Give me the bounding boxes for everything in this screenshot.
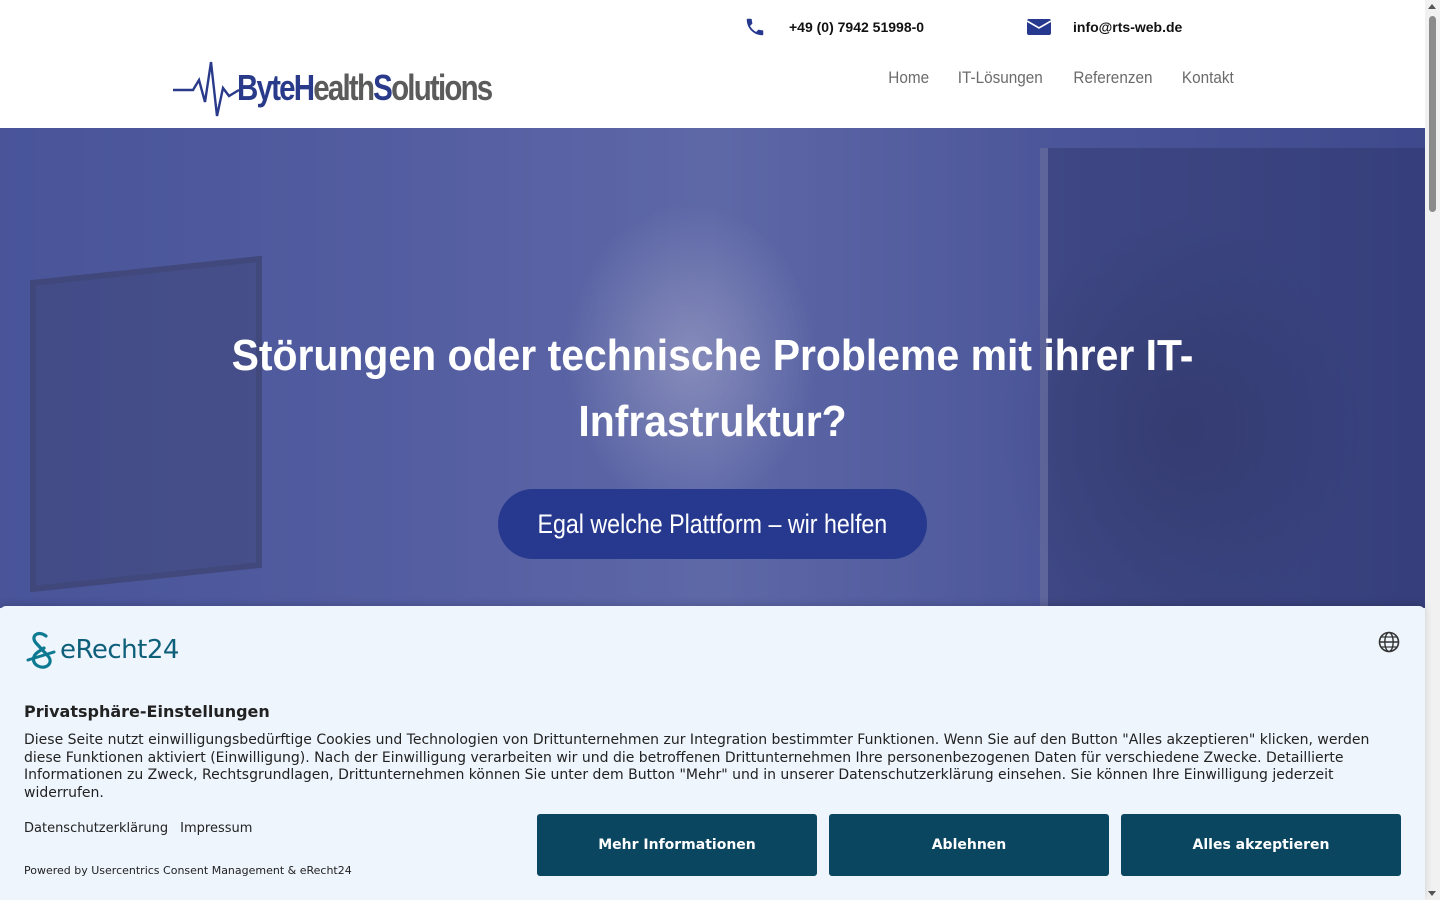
page-scrollbar[interactable] [1425, 0, 1440, 900]
imprint-link[interactable]: Impressum [180, 821, 252, 836]
globe-icon[interactable] [1378, 631, 1400, 653]
hero-headline: Störungen oder technische Probleme mit i… [231, 331, 1194, 446]
nav-referenzen[interactable]: Referenzen [1074, 68, 1153, 88]
scroll-down-arrow-icon[interactable] [1428, 891, 1436, 896]
more-information-button[interactable]: Mehr Informationen [537, 814, 817, 876]
erecht24-logo-icon [26, 631, 56, 669]
phone-icon [742, 14, 768, 40]
hero-cta-button[interactable]: Egal welche Plattform – wir helfen [498, 489, 927, 559]
scrollbar-thumb[interactable] [1429, 16, 1436, 212]
scroll-up-arrow-icon[interactable] [1428, 4, 1436, 9]
nav-kontakt[interactable]: Kontakt [1182, 68, 1234, 88]
hero-section: Störungen oder technische Probleme mit i… [0, 128, 1425, 608]
erecht24-wordmark: eRecht24 [60, 635, 179, 665]
mail-icon [1026, 14, 1052, 40]
site-logo[interactable]: ByteHealthSolutions [173, 56, 503, 120]
powered-by-text: Powered by Usercentrics Consent Manageme… [24, 864, 352, 877]
logo-text: ByteHealthSolutions [237, 67, 493, 108]
accept-all-button[interactable]: Alles akzeptieren [1121, 814, 1401, 876]
consent-title: Privatsphäre-Einstellungen [24, 702, 270, 721]
nav-home[interactable]: Home [888, 68, 929, 88]
consent-links: Datenschutzerklärung Impressum [24, 821, 252, 836]
heartbeat-logo-icon [173, 61, 239, 117]
decline-button[interactable]: Ablehnen [829, 814, 1109, 876]
nav-it-loesungen[interactable]: IT-Lösungen [958, 68, 1043, 88]
main-nav: Home IT-Lösungen Referenzen Kontakt [886, 68, 1237, 88]
phone-number: +49 (0) 7942 51998-0 [789, 19, 925, 35]
cookie-consent-banner: eRecht24 Privatsphäre-Einstellungen Dies… [0, 606, 1425, 900]
email-address: info@rts-web.de [1073, 19, 1183, 35]
consent-description: Diese Seite nutzt einwilligungsbedürftig… [24, 732, 1370, 801]
privacy-policy-link[interactable]: Datenschutzerklärung [24, 821, 168, 836]
header-phone[interactable]: +49 (0) 7942 51998-0 [742, 14, 924, 40]
site-header: +49 (0) 7942 51998-0 info@rts-web.de Byt… [0, 0, 1425, 128]
header-email[interactable]: info@rts-web.de [1026, 14, 1182, 40]
erecht24-logo: eRecht24 [24, 630, 179, 670]
hero-cta-label: Egal welche Plattform – wir helfen [537, 508, 888, 539]
